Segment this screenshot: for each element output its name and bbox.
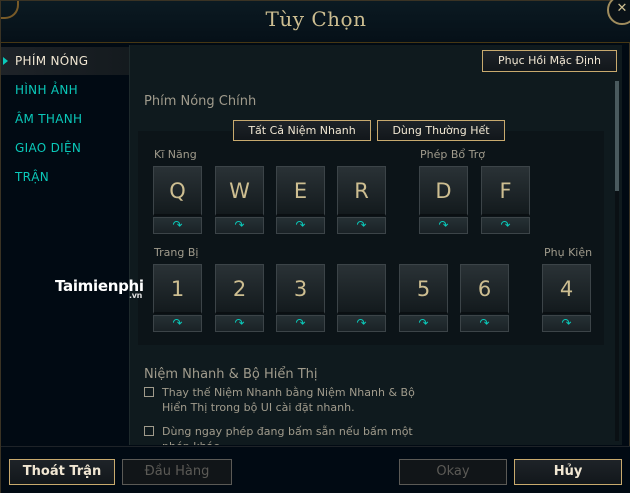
- hotkeys-panel: Phục Hồi Mặc Định Phím Nóng Chính Tất Cả…: [129, 45, 622, 445]
- okay-button[interactable]: Okay: [399, 459, 507, 485]
- key-cap[interactable]: 5: [399, 264, 448, 314]
- key-cap[interactable]: W: [215, 166, 264, 216]
- quickcast-arrow-icon[interactable]: ↷: [419, 217, 468, 234]
- key-cap[interactable]: [337, 264, 386, 314]
- quickcast-arrow-icon[interactable]: ↷: [153, 315, 202, 332]
- hotkey-item-1[interactable]: 1 ↷: [153, 264, 202, 334]
- sidebar-item-interface[interactable]: GIAO DIỆN: [1, 134, 129, 162]
- hotkey-ability-r[interactable]: R ↷: [337, 166, 386, 236]
- hotkey-summoner-d[interactable]: D ↷: [419, 166, 468, 236]
- key-cap[interactable]: D: [419, 166, 468, 216]
- hotkey-ability-e[interactable]: E ↷: [276, 166, 325, 236]
- key-cap[interactable]: 3: [276, 264, 325, 314]
- option-label: Dùng ngay phép đang bấm sẵn nếu bấm một …: [162, 425, 413, 445]
- key-cap[interactable]: 4: [542, 264, 591, 314]
- quickcast-arrow-icon[interactable]: ↷: [399, 315, 448, 332]
- scrollbar-thumb[interactable]: [615, 81, 619, 191]
- quick-cast-all-button[interactable]: Tất Cả Niệm Nhanh: [233, 120, 371, 141]
- quickcast-arrow-icon[interactable]: ↷: [542, 315, 591, 332]
- quickcast-arrow-icon[interactable]: ↷: [215, 217, 264, 234]
- window-title: Tùy Chọn: [265, 7, 367, 31]
- checkbox[interactable]: [144, 426, 154, 436]
- surrender-button[interactable]: Đầu Hàng: [122, 459, 232, 485]
- hotkey-item-slot-empty[interactable]: ↷: [337, 264, 386, 334]
- option-label: Thay thế Niệm Nhanh bằng Niệm Nhanh & Bộ…: [162, 386, 415, 414]
- key-cap[interactable]: E: [276, 166, 325, 216]
- quickcast-arrow-icon[interactable]: ↷: [276, 217, 325, 234]
- sidebar: PHÍM NÓNG HÌNH ẢNH ÂM THANH GIAO DIỆN TR…: [1, 43, 129, 446]
- hotkey-trinket[interactable]: 4 ↷: [542, 264, 591, 334]
- key-cap[interactable]: Q: [153, 166, 202, 216]
- cancel-button[interactable]: Hủy: [514, 459, 622, 485]
- summoner-spells-label: Phép Bổ Trợ: [420, 148, 485, 161]
- title-bar: Tùy Chọn ✕: [1, 0, 630, 43]
- section-title-quickcast-indicator: Niệm Nhanh & Bộ Hiển Thị: [144, 367, 318, 382]
- hotkey-summoner-f[interactable]: F ↷: [481, 166, 530, 236]
- leave-game-button[interactable]: Thoát Trận: [9, 459, 115, 485]
- watermark-logo: Taimienphi .vn: [55, 277, 144, 300]
- quickcast-arrow-icon[interactable]: ↷: [337, 217, 386, 234]
- footer-bar: Thoát Trận Đầu Hàng Okay Hủy: [1, 446, 630, 493]
- checkbox[interactable]: [144, 387, 154, 397]
- sidebar-item-video[interactable]: HÌNH ẢNH: [1, 76, 129, 104]
- quickcast-arrow-icon[interactable]: ↷: [460, 315, 509, 332]
- hotkey-item-5[interactable]: 5 ↷: [399, 264, 448, 334]
- quickcast-arrow-icon[interactable]: ↷: [276, 315, 325, 332]
- key-cap[interactable]: 2: [215, 264, 264, 314]
- section-title-primary-hotkeys: Phím Nóng Chính: [144, 94, 257, 109]
- normal-cast-all-button[interactable]: Dùng Thường Hết: [377, 120, 505, 141]
- quickcast-arrow-icon[interactable]: ↷: [481, 217, 530, 234]
- key-cap[interactable]: F: [481, 166, 530, 216]
- sidebar-item-sound[interactable]: ÂM THANH: [1, 105, 129, 133]
- quickcast-arrow-icon[interactable]: ↷: [215, 315, 264, 332]
- hotkey-item-6[interactable]: 6 ↷: [460, 264, 509, 334]
- scrollbar[interactable]: [615, 81, 619, 441]
- sidebar-item-hotkeys[interactable]: PHÍM NÓNG: [1, 47, 129, 75]
- key-cap[interactable]: 6: [460, 264, 509, 314]
- abilities-label: Kĩ Năng: [154, 148, 197, 161]
- options-window: Tùy Chọn ✕ PHÍM NÓNG HÌNH ẢNH ÂM THANH G…: [0, 0, 630, 493]
- option-replace-quickcast[interactable]: Thay thế Niệm Nhanh bằng Niệm Nhanh & Bộ…: [144, 385, 444, 417]
- key-cap[interactable]: 1: [153, 264, 202, 314]
- restore-defaults-button[interactable]: Phục Hồi Mặc Định: [482, 50, 617, 72]
- hotkey-ability-w[interactable]: W ↷: [215, 166, 264, 236]
- quickcast-arrow-icon[interactable]: ↷: [153, 217, 202, 234]
- items-label: Trang Bị: [154, 246, 199, 259]
- hotkey-item-2[interactable]: 2 ↷: [215, 264, 264, 334]
- trinket-label: Phụ Kiện: [544, 246, 593, 259]
- hotkey-ability-q[interactable]: Q ↷: [153, 166, 202, 236]
- quickcast-arrow-icon[interactable]: ↷: [337, 315, 386, 332]
- hotkey-item-3[interactable]: 3 ↷: [276, 264, 325, 334]
- option-cast-on-keypress[interactable]: Dùng ngay phép đang bấm sẵn nếu bấm một …: [144, 424, 444, 445]
- watermark-suffix: .vn: [129, 291, 143, 300]
- sidebar-item-game[interactable]: TRẬN: [1, 163, 129, 191]
- key-cap[interactable]: R: [337, 166, 386, 216]
